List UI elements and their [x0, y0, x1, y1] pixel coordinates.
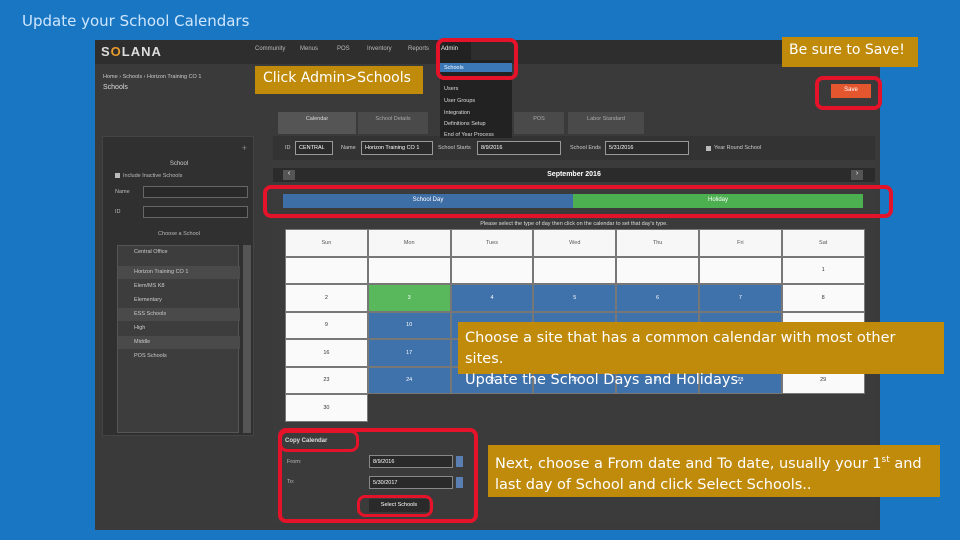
calendar-day-header: Wed — [533, 229, 617, 257]
callout-admin: Click Admin>Schools — [255, 66, 423, 94]
school-list: Central Office Horizon Training CO 1 Ele… — [117, 245, 240, 433]
save-highlight-ring — [815, 76, 882, 110]
calendar-day-cell[interactable]: 30 — [285, 394, 368, 422]
nav-reports[interactable]: Reports — [408, 46, 429, 52]
calendar-day-cell[interactable]: 3 — [367, 284, 451, 312]
callout-save: Be sure to Save! — [782, 37, 918, 67]
calendar-day-cell[interactable]: 9 — [285, 311, 368, 339]
admin-highlight-ring — [436, 38, 518, 80]
calendar-day-header: Tues — [450, 229, 534, 257]
month-title: September 2016 — [547, 171, 601, 178]
calendar-empty-cell — [616, 394, 699, 422]
include-inactive-label: Include Inactive Schools — [123, 173, 183, 179]
choose-school-label: Choose a School — [158, 231, 200, 237]
name-field[interactable]: Horizon Training CO 1 — [361, 141, 433, 155]
calendar-instruction: Please select the type of day then click… — [480, 221, 668, 227]
menu-item-definitions-setup[interactable]: Definitions Setup — [444, 121, 486, 127]
slide-title: Update your School Calendars — [22, 12, 250, 30]
list-item[interactable]: POS Schools — [118, 350, 240, 363]
include-inactive-checkbox[interactable] — [115, 173, 120, 178]
solana-logo: SOLANA — [101, 44, 162, 59]
list-item[interactable]: Elem/MS K8 — [118, 280, 240, 293]
calendar-day-cell[interactable]: 7 — [698, 284, 782, 312]
school-fields-row: ID CENTRAL Name Horizon Training CO 1 Sc… — [273, 136, 875, 160]
month-bar: September 2016 ‹ › — [273, 168, 875, 182]
calendar-day-cell[interactable]: 1 — [781, 256, 865, 284]
tab-school-details[interactable]: School Details — [358, 112, 428, 134]
calendar-day-cell[interactable] — [367, 256, 451, 284]
callout-choose-site-line2: Update the School Days and Holidays. — [465, 372, 743, 388]
plus-icon[interactable]: + — [242, 143, 247, 153]
calendar-day-header: Thu — [616, 229, 699, 257]
calendar-day-cell[interactable] — [698, 256, 782, 284]
id-field[interactable]: CENTRAL — [295, 141, 333, 155]
callout-choose-site: Choose a site that has a common calendar… — [458, 322, 944, 388]
start-field-label: School Starts — [438, 145, 471, 151]
page-title: Schools — [103, 84, 128, 91]
calendar-empty-cell — [698, 394, 782, 422]
list-item[interactable]: High — [118, 322, 240, 335]
callout-copy-calendar: Next, choose a From date and To date, us… — [488, 445, 940, 497]
school-name-input[interactable] — [143, 186, 248, 198]
year-round-label: Year Round School — [714, 145, 762, 151]
list-item[interactable]: Middle — [118, 336, 240, 349]
tab-calendar[interactable]: Calendar — [278, 112, 356, 134]
day-type-highlight-ring — [263, 185, 893, 218]
id-field-label: ID — [285, 145, 291, 151]
name-label: Name — [115, 189, 130, 195]
calendar-day-header: Fri — [698, 229, 782, 257]
menu-item-users[interactable]: Users — [444, 86, 458, 92]
calendar-day-cell[interactable]: 10 — [367, 311, 451, 339]
calendar-empty-cell — [781, 394, 865, 422]
callout-choose-site-line1: Choose a site that has a common calendar… — [465, 330, 896, 367]
list-item[interactable]: Elementary — [118, 294, 240, 307]
copy-title-highlight-ring — [279, 430, 359, 452]
school-panel: + School Include Inactive Schools Name I… — [102, 136, 254, 436]
calendar-day-cell[interactable]: 6 — [616, 284, 699, 312]
school-ends-field[interactable]: 5/31/2016 — [605, 141, 689, 155]
tab-pos[interactable]: POS — [514, 112, 564, 134]
calendar-empty-cell — [533, 394, 617, 422]
calendar-day-cell[interactable]: 5 — [533, 284, 617, 312]
nav-community[interactable]: Community — [255, 46, 285, 52]
next-month-button[interactable]: › — [851, 170, 863, 180]
list-item[interactable]: Central Office — [118, 246, 240, 259]
calendar-day-cell[interactable]: 8 — [781, 284, 865, 312]
calendar-day-cell[interactable]: 2 — [285, 284, 368, 312]
calendar-day-cell[interactable]: 23 — [285, 366, 368, 394]
school-id-input[interactable] — [143, 206, 248, 218]
prev-month-button[interactable]: ‹ — [283, 170, 295, 180]
end-field-label: School Ends — [570, 145, 601, 151]
calendar-day-cell[interactable]: 24 — [367, 366, 451, 394]
menu-item-user-groups[interactable]: User Groups — [444, 98, 475, 104]
name-field-label: Name — [341, 145, 356, 151]
select-schools-highlight-ring — [357, 495, 433, 517]
menu-item-end-of-year[interactable]: End of Year Process — [444, 132, 494, 138]
nav-pos[interactable]: POS — [337, 46, 350, 52]
calendar-day-cell[interactable]: 4 — [450, 284, 534, 312]
calendar-day-cell[interactable] — [533, 256, 617, 284]
id-label: ID — [115, 209, 121, 215]
calendar-day-cell[interactable] — [450, 256, 534, 284]
nav-menus[interactable]: Menus — [300, 46, 318, 52]
breadcrumb[interactable]: Home › Schools › Horizon Training CO 1 — [103, 74, 201, 80]
calendar-day-cell[interactable] — [285, 256, 368, 284]
calendar-day-cell[interactable] — [616, 256, 699, 284]
tab-labor-standard[interactable]: Labor Standard — [568, 112, 644, 134]
calendar-day-cell[interactable]: 16 — [285, 339, 368, 367]
calendar-day-cell[interactable]: 17 — [367, 339, 451, 367]
calendar-empty-cell — [450, 394, 534, 422]
list-item[interactable]: Horizon Training CO 1 — [118, 266, 240, 279]
school-panel-title: School — [169, 161, 189, 167]
school-starts-field[interactable]: 8/9/2016 — [477, 141, 561, 155]
menu-item-integration[interactable]: Integration — [444, 110, 470, 116]
calendar-day-header: Mon — [367, 229, 451, 257]
nav-inventory[interactable]: Inventory — [367, 46, 392, 52]
school-list-scrollbar[interactable] — [243, 245, 251, 433]
calendar-day-header: Sat — [781, 229, 865, 257]
calendar-day-header: Sun — [285, 229, 368, 257]
calendar-empty-cell — [367, 394, 451, 422]
list-item[interactable]: ESS Schools — [118, 308, 240, 321]
year-round-checkbox[interactable] — [706, 146, 711, 151]
